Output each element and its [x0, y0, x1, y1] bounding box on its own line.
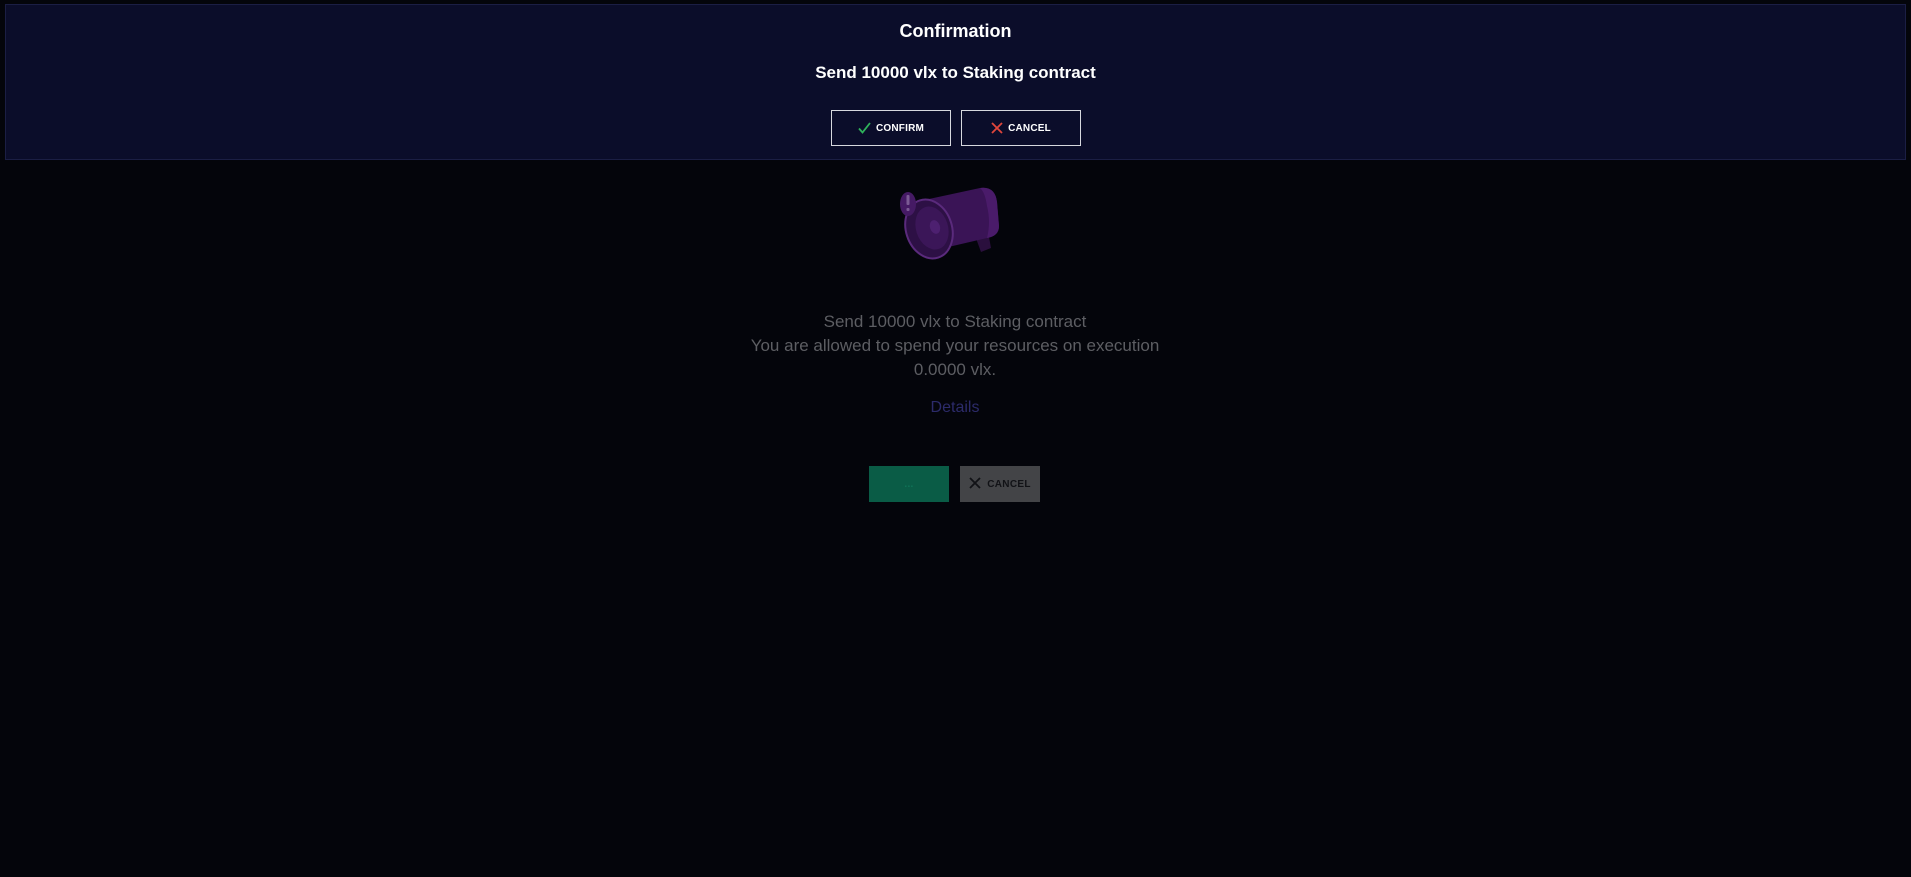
app-page: Send 10000 vlx to Staking contract You a…	[0, 0, 1911, 877]
transaction-message: Send 10000 vlx to Staking contract You a…	[655, 310, 1255, 382]
confirm-button[interactable]: CONFIRM	[831, 110, 951, 146]
confirmation-modal: Confirmation Send 10000 vlx to Staking c…	[5, 4, 1906, 160]
send-button[interactable]: ...	[869, 466, 949, 502]
modal-message: Send 10000 vlx to Staking contract	[815, 63, 1096, 82]
message-line-2: You are allowed to spend your resources …	[750, 336, 1160, 355]
cancel-button[interactable]: CANCEL	[961, 110, 1081, 146]
close-icon	[969, 476, 981, 492]
background-cancel-label: CANCEL	[987, 478, 1031, 490]
check-icon	[858, 122, 871, 134]
cancel-button-label: CANCEL	[1008, 122, 1051, 134]
message-line-3: 0.0000 vlx.	[913, 360, 997, 379]
message-line-1: Send 10000 vlx to Staking contract	[823, 312, 1087, 331]
confirm-button-label: CONFIRM	[875, 122, 925, 134]
details-link[interactable]: Details	[855, 399, 1055, 417]
background-cancel-button[interactable]: CANCEL	[960, 466, 1040, 502]
close-icon	[991, 122, 1003, 134]
modal-title: Confirmation	[899, 21, 1012, 41]
megaphone-icon	[895, 182, 1015, 272]
